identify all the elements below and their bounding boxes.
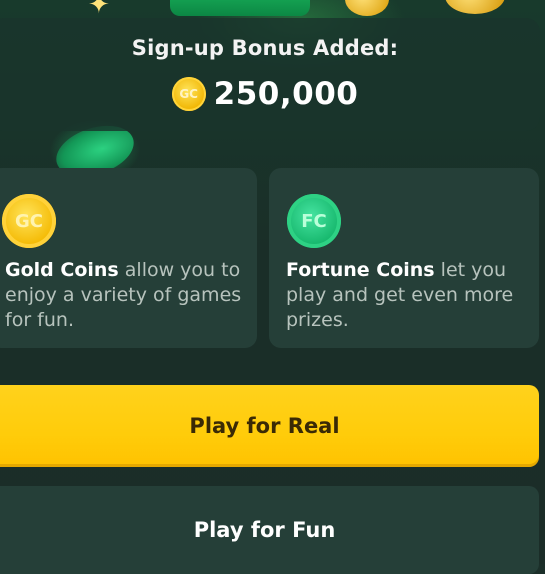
- gold-coins-label: Gold Coins: [5, 259, 119, 281]
- signup-bonus-panel: Sign-up Bonus Added: GC 250,000: [0, 18, 540, 131]
- gold-coins-description: Gold Coins allow you to enjoy a variety …: [5, 258, 250, 333]
- gold-coins-card: GC Gold Coins allow you to enjoy a varie…: [0, 168, 257, 348]
- play-for-real-button[interactable]: Play for Real: [0, 385, 539, 467]
- gc-coin-icon: GC: [2, 194, 56, 248]
- bonus-amount: 250,000: [213, 76, 359, 112]
- play-for-fun-button[interactable]: Play for Fun: [0, 486, 539, 574]
- fc-coin-icon: FC: [287, 194, 341, 248]
- fortune-coins-description: Fortune Coins let you play and get even …: [286, 258, 534, 333]
- bonus-title: Sign-up Bonus Added:: [131, 36, 399, 60]
- bonus-amount-row: GC 250,000: [0, 76, 540, 112]
- gem-decoration: [170, 0, 310, 16]
- gc-coin-icon: GC: [171, 77, 206, 111]
- fortune-coins-card: FC Fortune Coins let you play and get ev…: [269, 168, 539, 348]
- sparkle-icon: [88, 0, 114, 20]
- fortune-coins-label: Fortune Coins: [286, 259, 435, 281]
